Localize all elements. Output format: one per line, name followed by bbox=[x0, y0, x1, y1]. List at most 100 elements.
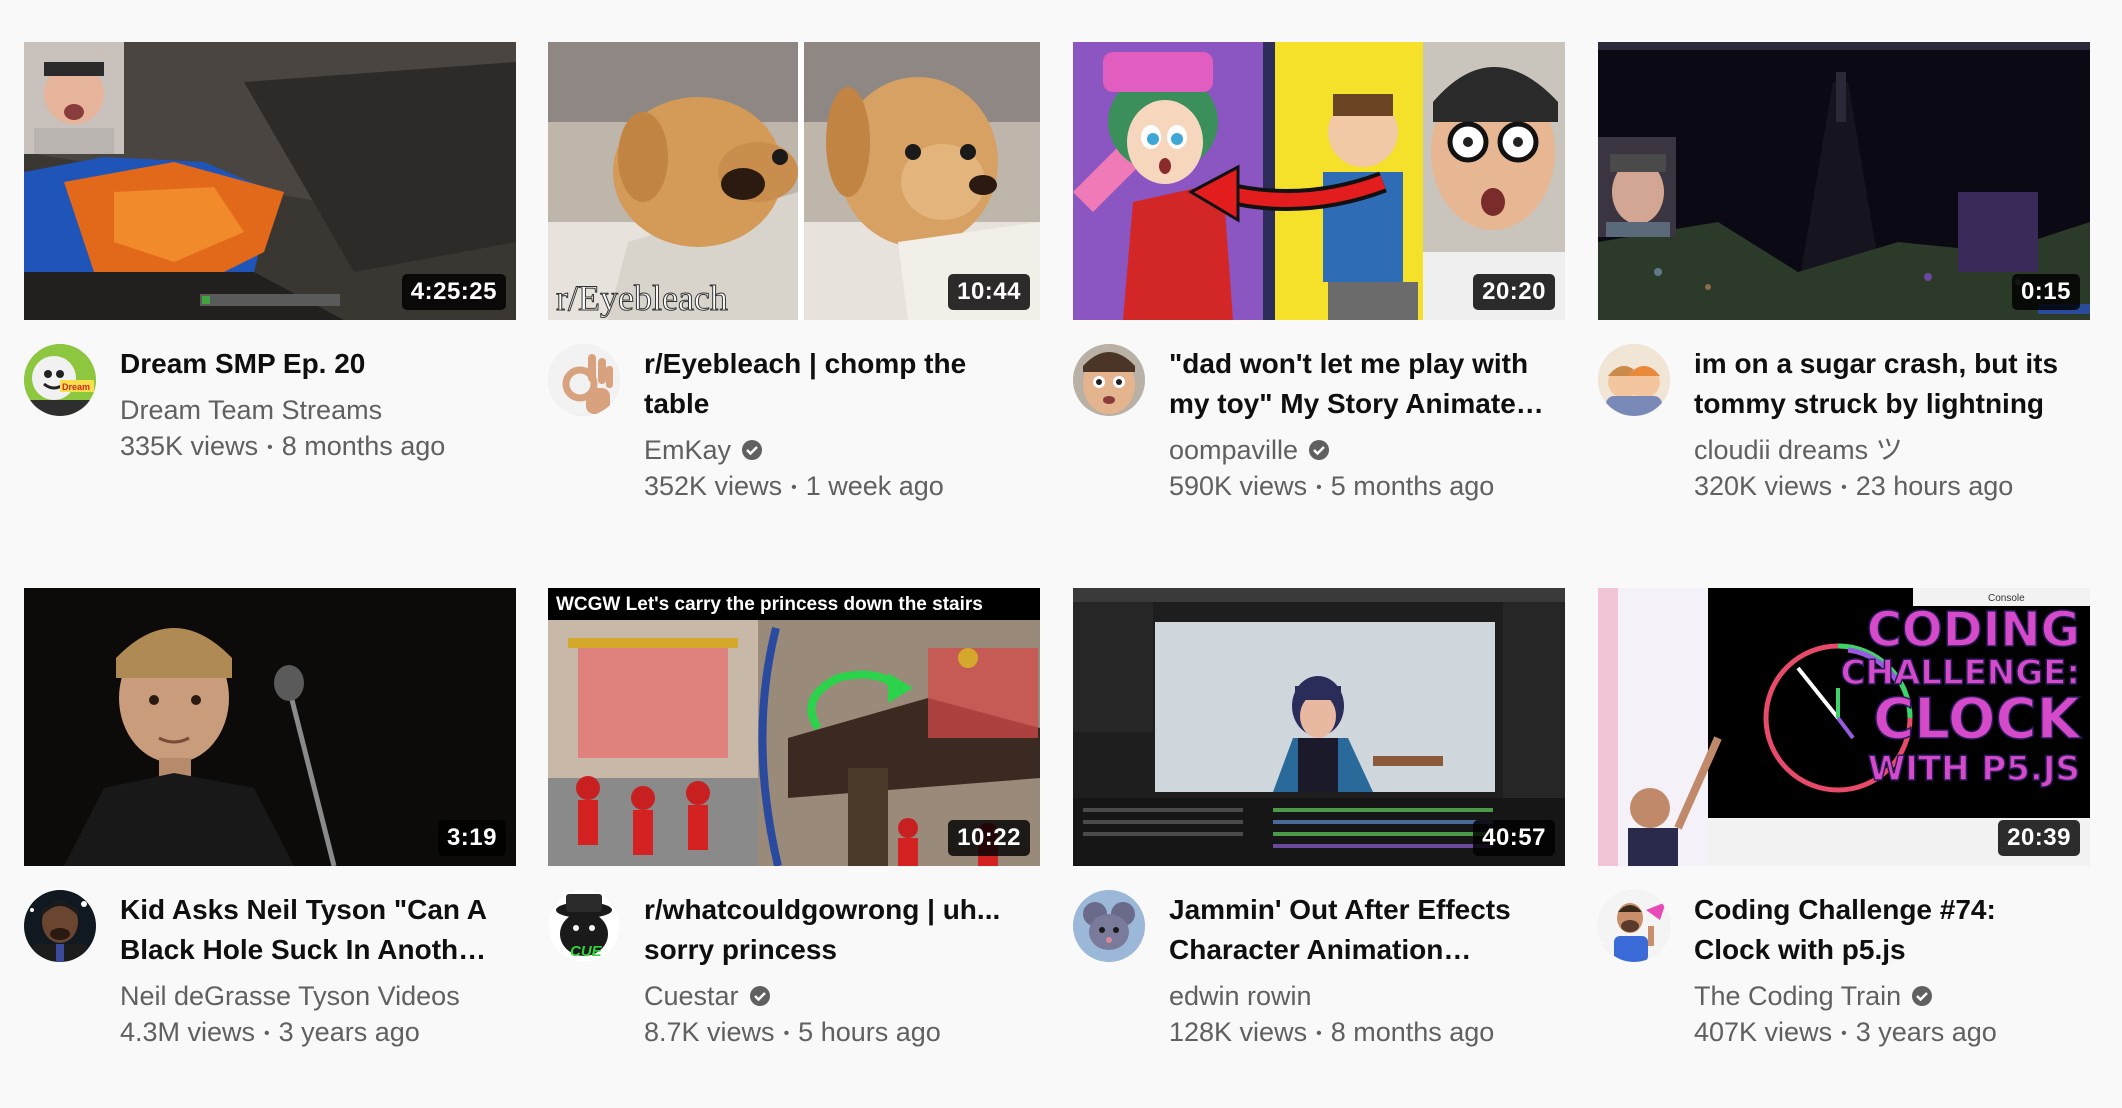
channel-avatar[interactable] bbox=[1598, 344, 1670, 416]
upload-age: 1 week ago bbox=[805, 471, 944, 501]
view-count: 8.7K views bbox=[644, 1017, 775, 1047]
thumbnail-caption: WITH P5.JS bbox=[1868, 749, 2080, 789]
cuestar-avatar-icon: CUE bbox=[548, 890, 620, 962]
video-title[interactable]: Kid Asks Neil Tyson "Can A Black Hole Su… bbox=[120, 890, 500, 970]
video-card[interactable]: 4:25:25 Dream Dream SMP Ep. 20 Dream Tea… bbox=[24, 42, 516, 470]
view-count: 128K views bbox=[1169, 1017, 1308, 1047]
video-grid: 4:25:25 Dream Dream SMP Ep. 20 Dream Tea… bbox=[0, 0, 2122, 1108]
duration-badge: 20:20 bbox=[1473, 274, 1555, 310]
video-stats: 320K views • 23 hours ago bbox=[1694, 468, 2074, 506]
channel-avatar[interactable] bbox=[24, 890, 96, 962]
video-stats: 590K views • 5 months ago bbox=[1169, 468, 1549, 506]
dream-avatar-icon: Dream bbox=[24, 344, 96, 416]
video-title[interactable]: r/whatcouldgowrong | uh... sorry princes… bbox=[644, 890, 1024, 970]
channel-name[interactable]: Dream Team Streams bbox=[120, 392, 500, 428]
channel-avatar[interactable] bbox=[1073, 344, 1145, 416]
thumbnail-caption: CODING bbox=[1867, 602, 2080, 658]
video-card[interactable]: WCGW Let's carry the princess down the s… bbox=[548, 588, 1040, 1047]
duration-badge: 3:19 bbox=[437, 820, 506, 856]
video-title[interactable]: r/Eyebleach | chomp the table bbox=[644, 344, 1024, 424]
video-title[interactable]: im on a sugar crash, but its tommy struc… bbox=[1694, 344, 2074, 424]
view-count: 320K views bbox=[1694, 471, 1833, 501]
coding-train-avatar-icon bbox=[1598, 890, 1670, 962]
verified-badge-icon bbox=[742, 440, 763, 460]
duration-badge: 4:25:25 bbox=[401, 274, 506, 310]
verified-badge-icon bbox=[749, 986, 770, 1006]
channel-name[interactable]: edwin rowin bbox=[1169, 978, 1549, 1014]
separator-dot: • bbox=[783, 1024, 790, 1042]
video-stats: 407K views • 3 years ago bbox=[1694, 1014, 2074, 1052]
upload-age: 5 months ago bbox=[1330, 471, 1495, 501]
channel-name-text[interactable]: oompaville bbox=[1169, 432, 1298, 468]
channel-name[interactable]: EmKay bbox=[644, 432, 1024, 468]
video-stats: 352K views • 1 week ago bbox=[644, 468, 1024, 506]
video-card[interactable]: 20:20 "dad won't let me play with my toy… bbox=[1073, 42, 1565, 501]
verified-badge-icon bbox=[1309, 440, 1330, 460]
channel-avatar[interactable] bbox=[1598, 890, 1670, 962]
channel-avatar[interactable]: CUE bbox=[548, 890, 620, 962]
video-title[interactable]: Jammin' Out After Effects Character Anim… bbox=[1169, 890, 1549, 970]
channel-name[interactable]: Cuestar bbox=[644, 978, 1024, 1014]
separator-dot: • bbox=[264, 1024, 270, 1042]
video-title[interactable]: "dad won't let me play with my toy" My S… bbox=[1169, 344, 1549, 424]
video-thumbnail[interactable]: 3:19 bbox=[24, 588, 516, 866]
ok-hand-avatar-icon bbox=[548, 344, 620, 416]
video-thumbnail[interactable]: 0:15 bbox=[1598, 42, 2090, 320]
video-card[interactable]: r/Eyebleach 10:44 r/Eyebleach | chomp th… bbox=[548, 42, 1040, 501]
channel-name[interactable]: The Coding Train bbox=[1694, 978, 2074, 1014]
video-title[interactable]: Coding Challenge #74: Clock with p5.js bbox=[1694, 890, 2074, 970]
channel-name[interactable]: Neil deGrasse Tyson Videos bbox=[120, 978, 500, 1014]
video-card[interactable]: 0:15 im on a sugar crash, but its tommy … bbox=[1598, 42, 2090, 501]
duration-badge: 20:39 bbox=[1998, 820, 2080, 856]
duration-badge: 0:15 bbox=[2011, 274, 2080, 310]
channel-name-text[interactable]: Cuestar bbox=[644, 978, 739, 1014]
video-thumbnail[interactable]: 4:25:25 bbox=[24, 42, 516, 320]
video-thumbnail[interactable]: 40:57 bbox=[1073, 588, 1565, 866]
video-thumbnail[interactable]: r/Eyebleach 10:44 bbox=[548, 42, 1040, 320]
duration-badge: 40:57 bbox=[1473, 820, 1555, 856]
video-thumbnail[interactable]: 20:20 bbox=[1073, 42, 1565, 320]
channel-name-text[interactable]: The Coding Train bbox=[1694, 978, 1901, 1014]
separator-dot: • bbox=[1841, 1024, 1847, 1042]
channel-avatar[interactable] bbox=[548, 344, 620, 416]
upload-age: 5 hours ago bbox=[798, 1017, 941, 1047]
video-thumbnail[interactable]: Console CODING CHALLENGE: CLOCK WITH P5.… bbox=[1598, 588, 2090, 866]
thumbnail-caption: WCGW Let's carry the princess down the s… bbox=[556, 594, 983, 615]
upload-age: 8 months ago bbox=[281, 431, 446, 461]
video-card[interactable]: 3:19 Kid Asks Neil Tyson "Can A Black Ho… bbox=[24, 588, 516, 1047]
verified-badge-icon bbox=[1912, 986, 1933, 1006]
separator-dot: • bbox=[267, 438, 273, 456]
duration-badge: 10:44 bbox=[948, 274, 1030, 310]
upload-age: 8 months ago bbox=[1330, 1017, 1495, 1047]
upload-age: 3 years ago bbox=[278, 1017, 420, 1047]
view-count: 590K views bbox=[1169, 471, 1308, 501]
separator-dot: • bbox=[1841, 478, 1847, 496]
video-card[interactable]: Console CODING CHALLENGE: CLOCK WITH P5.… bbox=[1598, 588, 2090, 1047]
svg-text:Dream: Dream bbox=[62, 382, 90, 392]
cartoon-avatar-icon bbox=[1598, 344, 1670, 416]
duration-badge: 10:22 bbox=[948, 820, 1030, 856]
channel-name[interactable]: cloudii dreams ツ bbox=[1694, 432, 2074, 468]
view-count: 407K views bbox=[1694, 1017, 1833, 1047]
neil-avatar-icon bbox=[24, 890, 96, 962]
channel-name-text[interactable]: EmKay bbox=[644, 432, 731, 468]
channel-name-text[interactable]: Neil deGrasse Tyson Videos bbox=[120, 978, 460, 1014]
channel-name-text[interactable]: edwin rowin bbox=[1169, 978, 1312, 1014]
video-stats: 4.3M views • 3 years ago bbox=[120, 1014, 500, 1052]
upload-age: 23 hours ago bbox=[1855, 471, 2014, 501]
channel-name[interactable]: oompaville bbox=[1169, 432, 1549, 468]
video-stats: 335K views • 8 months ago bbox=[120, 428, 500, 466]
separator-dot: • bbox=[791, 478, 797, 496]
view-count: 335K views bbox=[120, 431, 259, 461]
upload-age: 3 years ago bbox=[1855, 1017, 1997, 1047]
channel-name-text[interactable]: Dream Team Streams bbox=[120, 392, 382, 428]
video-card[interactable]: 40:57 Jammin' Out After Effects Characte… bbox=[1073, 588, 1565, 1047]
video-thumbnail[interactable]: WCGW Let's carry the princess down the s… bbox=[548, 588, 1040, 866]
video-stats: 128K views • 8 months ago bbox=[1169, 1014, 1549, 1052]
channel-avatar[interactable] bbox=[1073, 890, 1145, 962]
view-count: 4.3M views bbox=[120, 1017, 256, 1047]
channel-avatar[interactable]: Dream bbox=[24, 344, 96, 416]
video-title[interactable]: Dream SMP Ep. 20 bbox=[120, 344, 500, 384]
separator-dot: • bbox=[1316, 1024, 1322, 1042]
channel-name-text[interactable]: cloudii dreams ツ bbox=[1694, 432, 1903, 468]
